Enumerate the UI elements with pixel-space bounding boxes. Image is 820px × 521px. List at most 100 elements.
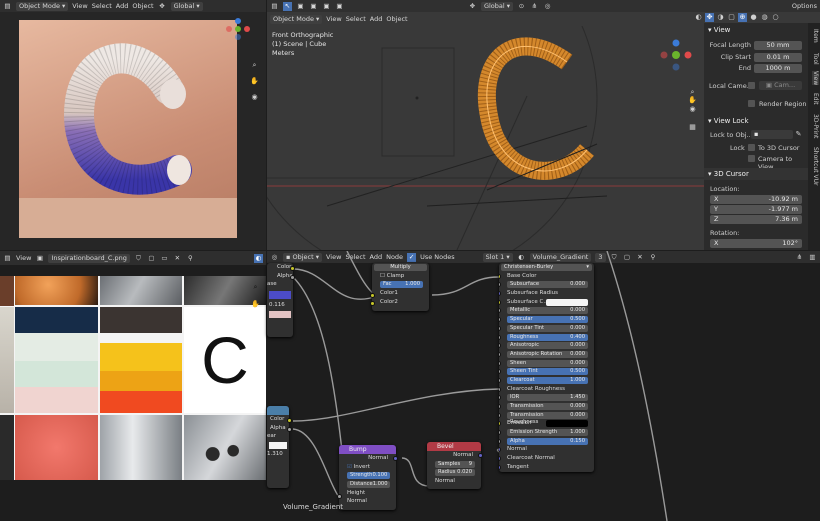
- camera-icon[interactable]: ◉: [250, 93, 259, 102]
- select-extend-icon[interactable]: ▣: [309, 2, 318, 11]
- bsdf-input-field[interactable]: Transmission 0.000: [507, 403, 588, 410]
- bsdf-input-field[interactable]: Emission Strength 1.000: [507, 429, 588, 437]
- bsdf-input-socket[interactable]: [499, 386, 501, 392]
- shading-wire-icon[interactable]: ⊕: [738, 13, 747, 22]
- socket-color-out[interactable]: [290, 266, 295, 271]
- select-box-icon[interactable]: ▣: [296, 2, 305, 11]
- bsdf-input-row[interactable]: Subsurface C...: [499, 298, 594, 307]
- interp-dropdown-2[interactable]: ear: [267, 432, 289, 441]
- bsdf-input-socket[interactable]: [499, 395, 501, 401]
- image-texture-node-1[interactable]: Color Alpha ase 0.116: [267, 263, 293, 337]
- pan-hand-icon[interactable]: ✋: [250, 77, 259, 86]
- tab-shortcut[interactable]: Shortcut VUr: [812, 147, 819, 185]
- bsdf-input-socket[interactable]: [499, 273, 501, 279]
- color-swatch-blue[interactable]: [269, 291, 291, 300]
- socket-alpha-out[interactable]: [290, 275, 295, 280]
- menu-add[interactable]: Add: [116, 2, 129, 10]
- select-subtract-icon[interactable]: ▣: [322, 2, 331, 11]
- mode-dropdown[interactable]: Object Mode ▾: [16, 1, 69, 11]
- tab-tool[interactable]: Tool: [812, 53, 819, 65]
- bsdf-input-socket[interactable]: [499, 456, 501, 462]
- bsdf-input-socket[interactable]: [499, 282, 501, 288]
- fac-slider[interactable]: Fac 1.000: [380, 281, 423, 289]
- bsdf-input-socket[interactable]: [499, 464, 501, 470]
- bsdf-input-field[interactable]: Alpha 0.150: [507, 437, 588, 445]
- gizmo-toggle-icon[interactable]: ✥: [705, 13, 714, 22]
- editor-type-icon[interactable]: ▤: [3, 2, 12, 11]
- eyedropper-icon[interactable]: ✎: [794, 130, 803, 139]
- bsdf-input-row[interactable]: Anisotropic Rotation 0.000: [499, 350, 594, 359]
- bevel-node[interactable]: Bevel Normal Samples 9 Radius 0.020 Normal: [427, 442, 481, 489]
- close-x-icon[interactable]: ✕: [173, 254, 182, 263]
- bsdf-input-socket[interactable]: [499, 343, 501, 349]
- tab-view[interactable]: View: [812, 71, 819, 86]
- bsdf-input-row[interactable]: Sheen Tint 0.500: [499, 367, 594, 376]
- pan-hand-icon[interactable]: ✋: [688, 96, 697, 105]
- blend-mode-dropdown[interactable]: Multiply: [374, 264, 427, 271]
- zoom-icon[interactable]: ⌕: [251, 283, 260, 292]
- bsdf-input-socket[interactable]: [499, 412, 501, 418]
- axis-gizmo[interactable]: [225, 16, 251, 42]
- socket-bump-height-in[interactable]: [337, 494, 342, 499]
- bsdf-input-row[interactable]: Emission: [499, 419, 594, 428]
- bsdf-input-field[interactable]: IOR 1.450: [507, 394, 588, 402]
- cursor-y-field[interactable]: Y -1.977 m: [710, 205, 802, 214]
- bsdf-input-socket[interactable]: [499, 334, 501, 340]
- distance-field[interactable]: Distance 1.000: [347, 481, 390, 489]
- color-swatch-pink[interactable]: [269, 310, 291, 318]
- lock-to-object-field[interactable]: ▪: [751, 130, 793, 139]
- menu-add[interactable]: Add: [370, 15, 383, 23]
- left-node2-value[interactable]: 1.310: [267, 450, 289, 459]
- zoom-icon[interactable]: ⌕: [250, 61, 259, 70]
- pan-hand-icon[interactable]: ✋: [251, 300, 260, 309]
- editor-type-icon[interactable]: ▤: [270, 2, 279, 11]
- camera-to-view-checkbox[interactable]: [748, 155, 755, 162]
- bsdf-input-row[interactable]: Roughness 0.400: [499, 333, 594, 342]
- proportional-edit-icon[interactable]: ◎: [543, 2, 552, 11]
- bsdf-input-socket[interactable]: [499, 404, 501, 409]
- bsdf-input-socket[interactable]: [499, 360, 501, 366]
- menu-object[interactable]: Object: [386, 15, 407, 23]
- image-name-field[interactable]: Inspirationboard_C.png: [48, 253, 130, 263]
- camera-view-icon[interactable]: ◉: [688, 105, 697, 114]
- cursor-z-field[interactable]: Z 7.36 m: [710, 215, 802, 224]
- select-intersect-icon[interactable]: ▣: [335, 2, 344, 11]
- bump-node-title[interactable]: Bump: [339, 445, 396, 454]
- menu-view[interactable]: View: [326, 15, 341, 23]
- overlay-icon[interactable]: ◑: [716, 13, 725, 22]
- fake-user-shield-icon[interactable]: ⛉: [134, 254, 143, 263]
- bsdf-input-row[interactable]: Specular Tint 0.000: [499, 324, 594, 333]
- bsdf-input-row[interactable]: Transmission Roughness 0.000: [499, 411, 594, 425]
- mix-rgb-node[interactable]: Multiply ☐ Clamp Fac 1.000 Color1 Color2: [372, 263, 429, 311]
- bsdf-input-socket[interactable]: [499, 421, 501, 427]
- bsdf-input-socket[interactable]: [499, 438, 501, 444]
- editor-type-icon[interactable]: ▤: [3, 254, 12, 263]
- bsdf-input-field[interactable]: Clearcoat 1.000: [507, 376, 588, 384]
- 3d-viewport[interactable]: ▤ ↖ ▣ ▣ ▣ ▣ ✥ Global ▾ ⊙ ⋔ ◎ Options Obj…: [267, 0, 820, 250]
- bsdf-input-socket[interactable]: [499, 351, 501, 357]
- bsdf-input-socket[interactable]: [499, 317, 501, 323]
- image-browse-icon[interactable]: ▣: [35, 254, 44, 263]
- mode-dropdown[interactable]: Object Mode ▾: [270, 14, 323, 24]
- local-camera-field[interactable]: ▣ Cam...: [759, 81, 802, 90]
- samples-field[interactable]: Samples 9: [435, 460, 475, 468]
- radius-field[interactable]: Radius 0.020: [435, 469, 475, 477]
- bsdf-input-row[interactable]: Clearcoat 1.000: [499, 376, 594, 385]
- menu-view[interactable]: View: [16, 254, 31, 262]
- 3d-cursor-header[interactable]: ▾ 3D Cursor: [708, 170, 749, 178]
- view-lock-header[interactable]: ▾ View Lock: [708, 117, 749, 125]
- new-image-icon[interactable]: ▢: [147, 254, 156, 263]
- bsdf-input-field[interactable]: Transmission Roughness 0.000: [507, 411, 588, 425]
- tab-3d-print[interactable]: 3D-Print: [812, 114, 819, 138]
- orientation-dropdown[interactable]: Global ▾: [480, 1, 514, 11]
- bsdf-input-socket[interactable]: [499, 430, 501, 436]
- interp-dropdown[interactable]: ase: [267, 280, 293, 289]
- cursor-rx-field[interactable]: X 102°: [710, 239, 802, 248]
- pivot-icon[interactable]: ⊙: [517, 2, 526, 11]
- pin-icon[interactable]: ⚲: [186, 254, 195, 263]
- orientation-dropdown[interactable]: Global ▾: [170, 1, 203, 11]
- bsdf-input-field[interactable]: Anisotropic 0.000: [507, 342, 588, 350]
- shading-material-icon[interactable]: ◍: [760, 13, 769, 22]
- display-channels-icon[interactable]: ◐: [254, 253, 263, 263]
- bsdf-input-socket[interactable]: [499, 447, 501, 453]
